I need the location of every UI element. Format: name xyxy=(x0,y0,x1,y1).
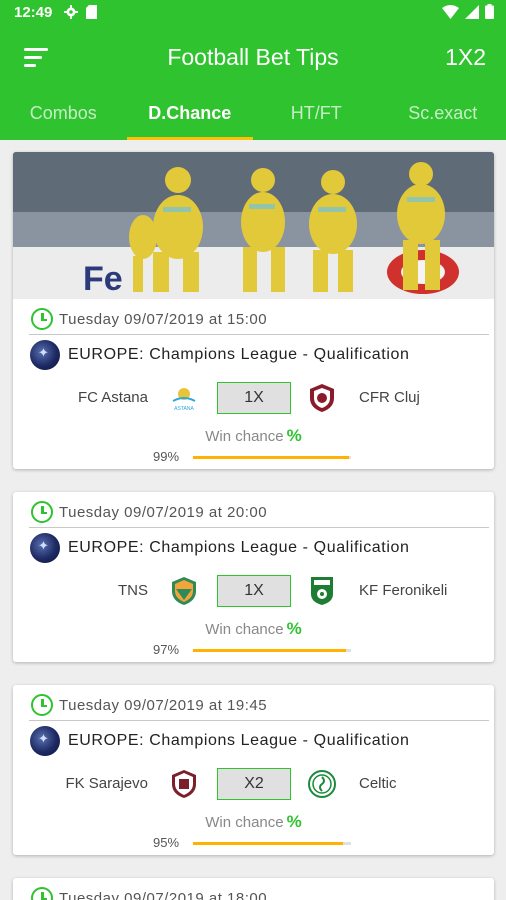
match-card[interactable]: Tuesday 09/07/2019 at 18:00 xyxy=(13,878,494,900)
feronikeli-logo-icon xyxy=(311,577,333,605)
tip-box[interactable]: 1X xyxy=(217,382,291,414)
sarajevo-logo-icon xyxy=(172,770,196,798)
match-date: Tuesday 09/07/2019 at 20:00 xyxy=(31,500,267,524)
hero-image: Fe xyxy=(13,152,494,299)
tab-ht-ft[interactable]: HT/FT xyxy=(253,90,380,140)
clock-icon xyxy=(31,501,53,523)
astana-logo-icon: ASTANA xyxy=(172,388,196,412)
probability-bar xyxy=(193,649,351,652)
probability-label: 97% xyxy=(153,642,180,657)
tns-logo-icon xyxy=(172,577,196,605)
match-row: TNS 1X KF Feronikeli xyxy=(13,575,494,607)
match-card[interactable]: Tuesday 09/07/2019 at 20:00 EUROPE: Cham… xyxy=(13,492,494,662)
league-row: EUROPE: Champions League - Qualification xyxy=(30,339,410,371)
status-time: 12:49 xyxy=(14,4,53,21)
tip-box[interactable]: X2 xyxy=(217,768,291,800)
league-row: EUROPE: Champions League - Qualification xyxy=(30,725,410,757)
clock-icon xyxy=(31,887,53,900)
home-team: TNS xyxy=(118,582,148,599)
gear-icon xyxy=(64,5,78,19)
league-row: EUROPE: Champions League - Qualification xyxy=(30,532,410,564)
champions-league-icon xyxy=(30,340,60,370)
away-team: CFR Cluj xyxy=(359,389,420,406)
win-chance-row: Win chance% xyxy=(205,812,302,831)
app-title: Football Bet Tips xyxy=(167,44,339,70)
market-1x2-button[interactable]: 1X2 xyxy=(445,44,486,71)
match-date: Tuesday 09/07/2019 at 19:45 xyxy=(31,693,267,717)
match-date: Tuesday 09/07/2019 at 15:00 xyxy=(31,307,267,331)
cfr-cluj-logo-icon xyxy=(310,384,334,412)
away-team: Celtic xyxy=(359,775,397,792)
tip-box[interactable]: 1X xyxy=(217,575,291,607)
probability-label: 99% xyxy=(153,449,180,464)
tab-double-chance[interactable]: D.Chance xyxy=(126,90,253,140)
sd-card-icon xyxy=(86,5,97,19)
away-team: KF Feronikeli xyxy=(359,582,448,599)
win-chance-row: Win chance% xyxy=(205,619,302,638)
home-team: FC Astana xyxy=(77,389,148,406)
match-card[interactable]: Fe Tuesday 09/07/2019 at 15:00 ✦ EUROPE:… xyxy=(13,152,494,469)
match-date: Tuesday 09/07/2019 at 18:00 xyxy=(31,886,267,900)
probability-row: 97% xyxy=(13,642,494,660)
match-row: FK Sarajevo X2 Celtic xyxy=(13,768,494,800)
probability-bar xyxy=(193,456,351,459)
probability-bar xyxy=(193,842,351,845)
probability-row: 99% xyxy=(13,449,494,467)
percent-icon: % xyxy=(286,426,302,445)
signal-icon xyxy=(465,4,479,19)
match-row: FC Astana ASTANA 1X CFR Cluj xyxy=(13,382,494,414)
divider xyxy=(29,334,489,335)
win-chance-row: Win chance% xyxy=(205,426,302,445)
clock-icon xyxy=(31,308,53,330)
battery-icon xyxy=(485,4,494,19)
match-card[interactable]: Tuesday 09/07/2019 at 19:45 EUROPE: Cham… xyxy=(13,685,494,855)
divider xyxy=(29,527,489,528)
probability-label: 95% xyxy=(153,835,180,850)
app-bar: Football Bet Tips 1X2 xyxy=(0,26,506,90)
home-team: FK Sarajevo xyxy=(65,775,148,792)
wifi-icon xyxy=(442,4,459,19)
percent-icon: % xyxy=(286,619,302,638)
probability-row: 95% xyxy=(13,835,494,853)
tab-combos[interactable]: Combos xyxy=(0,90,127,140)
status-bar: 12:49 xyxy=(0,0,506,26)
champions-league-icon xyxy=(30,533,60,563)
divider xyxy=(29,720,489,721)
tab-bar: Combos D.Chance HT/FT Sc.exact xyxy=(0,90,506,140)
svg-text:Fe: Fe xyxy=(83,260,123,298)
clock-icon xyxy=(31,694,53,716)
tab-score-exact[interactable]: Sc.exact xyxy=(380,90,506,140)
champions-league-icon xyxy=(30,726,60,756)
celtic-logo-icon xyxy=(308,770,336,798)
percent-icon: % xyxy=(286,812,302,831)
tab-indicator xyxy=(126,137,253,140)
svg-text:ASTANA: ASTANA xyxy=(174,406,194,412)
